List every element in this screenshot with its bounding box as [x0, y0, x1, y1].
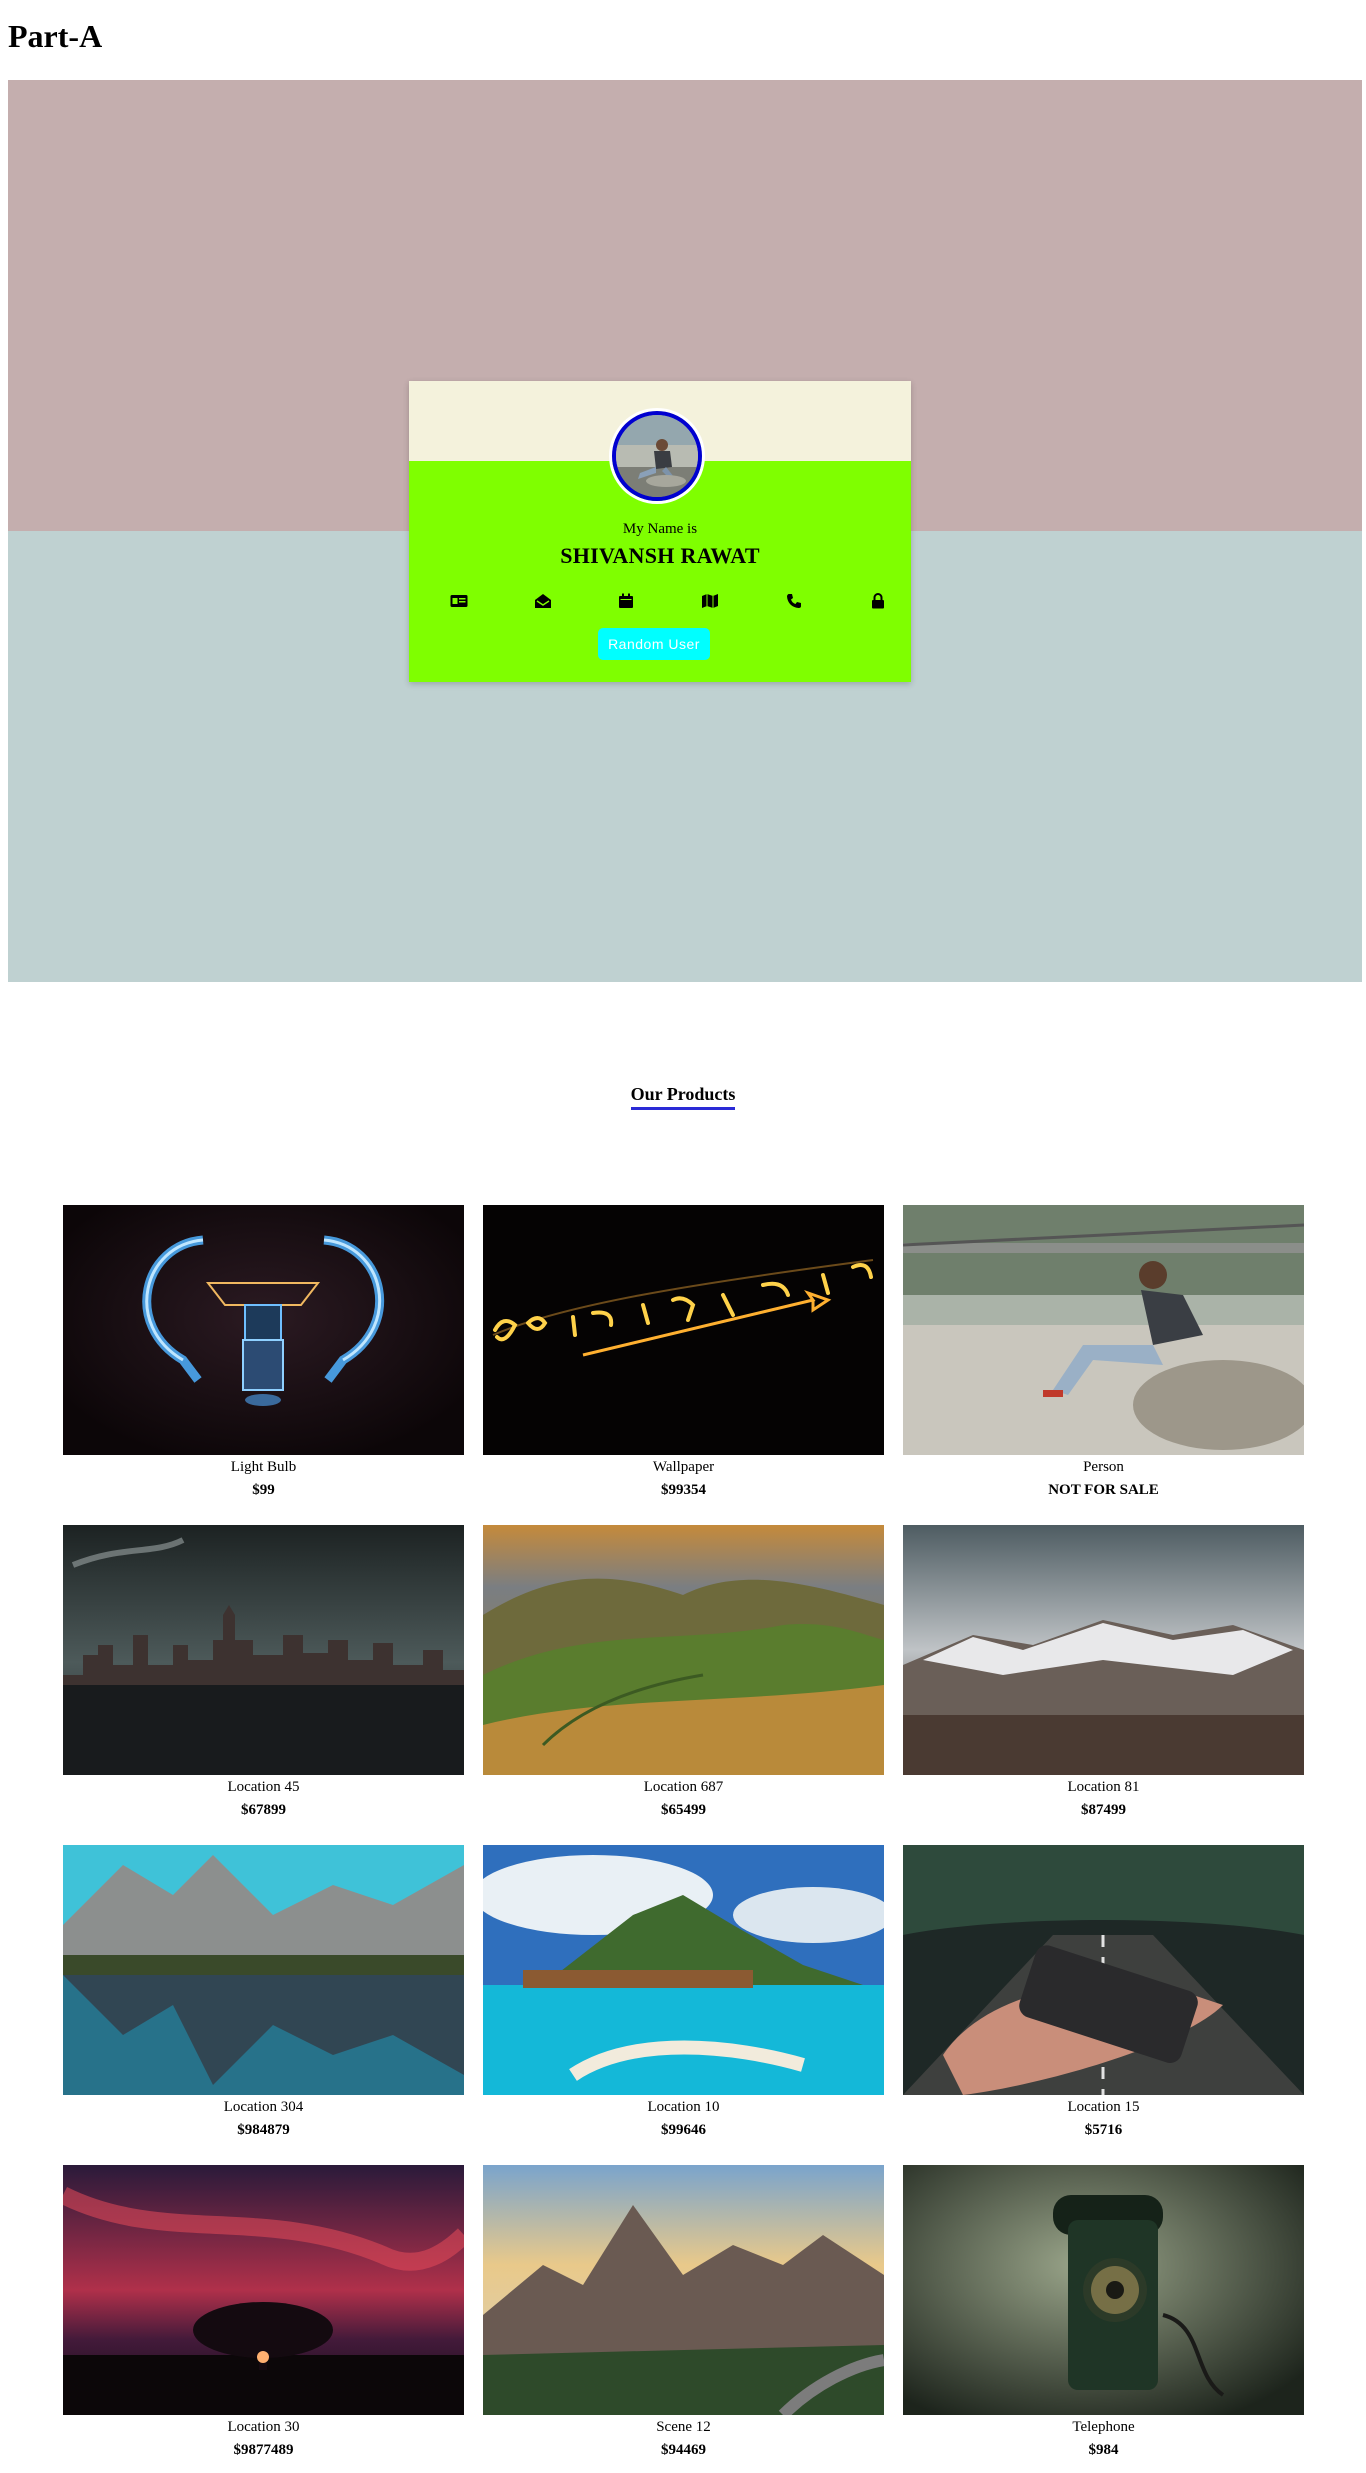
envelope-open-icon[interactable]: [532, 591, 554, 611]
product-card[interactable]: Light Bulb $99: [63, 1205, 464, 1505]
product-name: Location 30: [227, 2419, 300, 2435]
product-price: $99: [252, 1482, 275, 1498]
product-price: $984879: [237, 2122, 290, 2138]
snowy-mountain-image: [903, 1525, 1304, 1775]
product-price: $87499: [1081, 1802, 1126, 1818]
sunset-tree-image: [63, 2165, 464, 2415]
tropical-island-image: [483, 1845, 884, 2095]
product-card[interactable]: Location 10 $99646: [483, 1845, 884, 2145]
product-price: $984: [1088, 2442, 1119, 2458]
green-hills-image: [483, 1525, 884, 1775]
product-card[interactable]: Location 30 $9877489: [63, 2165, 464, 2465]
product-card[interactable]: Location 15 $5716: [903, 1845, 1304, 2145]
product-price: $5716: [1084, 2122, 1123, 2138]
page-heading: Part-A: [8, 18, 103, 54]
product-name: Location 10: [647, 2099, 720, 2115]
phone-road-image: [903, 1845, 1304, 2095]
products-section-title: Our Products: [0, 1080, 1366, 1110]
avatar: [612, 411, 702, 501]
profile-card: My Name is SHIVANSH RAWAT Random User: [409, 381, 911, 682]
product-price: $67899: [241, 1802, 286, 1818]
product-name: Location 687: [643, 1779, 724, 1795]
product-name: Scene 12: [656, 2419, 711, 2435]
person-on-rock-image: [903, 1205, 1304, 1455]
product-price: $65499: [661, 1802, 706, 1818]
product-name: Telephone: [1072, 2419, 1135, 2435]
profile-icon-row: [409, 591, 911, 611]
product-price: $99354: [661, 1482, 706, 1498]
product-name: Person: [1083, 1459, 1124, 1475]
id-card-icon[interactable]: [448, 591, 470, 611]
product-name: Location 15: [1067, 2099, 1140, 2115]
product-card[interactable]: Location 45 $67899: [63, 1525, 464, 1825]
alpine-valley-image: [483, 2165, 884, 2415]
random-user-button[interactable]: Random User: [598, 628, 710, 660]
product-card[interactable]: Location 304 $984879: [63, 1845, 464, 2145]
product-name: Wallpaper: [652, 1459, 715, 1475]
lake-mountain-image: [63, 1845, 464, 2095]
map-icon[interactable]: [699, 591, 721, 611]
product-card[interactable]: Wallpaper $99354: [483, 1205, 884, 1505]
products-title-text: Our Products: [630, 1084, 736, 1110]
product-card[interactable]: Location 687 $65499: [483, 1525, 884, 1825]
phone-icon[interactable]: [783, 591, 805, 611]
lock-icon[interactable]: [867, 591, 889, 611]
user-name: SHIVANSH RAWAT: [560, 543, 760, 568]
rotary-telephone-image: [903, 2165, 1304, 2415]
product-card[interactable]: Scene 12 $94469: [483, 2165, 884, 2465]
light-bulb-image: [63, 1205, 464, 1455]
product-name: Location 304: [223, 2099, 304, 2115]
product-name: Light Bulb: [230, 1459, 297, 1475]
product-card[interactable]: Telephone $984: [903, 2165, 1304, 2465]
product-card[interactable]: Person NOT FOR SALE: [903, 1205, 1304, 1505]
calendar-icon[interactable]: [615, 591, 637, 611]
product-name: Location 45: [227, 1779, 300, 1795]
avatar-photo: [616, 415, 698, 497]
product-name: Location 81: [1067, 1779, 1140, 1795]
product-card[interactable]: Location 81 $87499: [903, 1525, 1304, 1825]
product-price: $99646: [661, 2122, 706, 2138]
name-label: My Name is: [622, 521, 698, 537]
product-price: $9877489: [233, 2442, 294, 2458]
city-skyline-image: [63, 1525, 464, 1775]
product-price: NOT FOR SALE: [1048, 1482, 1159, 1498]
neon-sign-image: [483, 1205, 884, 1455]
product-price: $94469: [661, 2442, 706, 2458]
hero-section: My Name is SHIVANSH RAWAT Random User: [8, 80, 1362, 982]
